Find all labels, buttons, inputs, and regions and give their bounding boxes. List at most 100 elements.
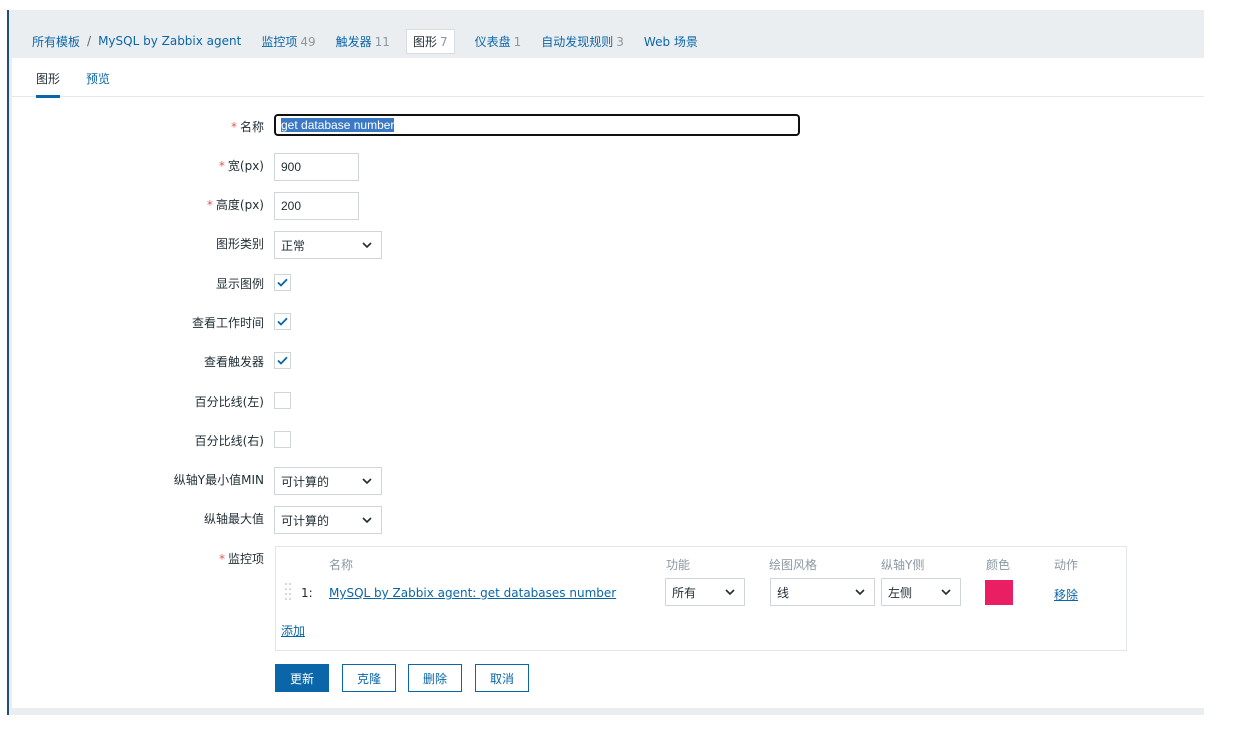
row-graph-type: 图形类别 正常 xyxy=(12,231,1204,259)
chevron-down-icon xyxy=(725,589,735,596)
check-icon xyxy=(277,317,288,326)
tab-web-label: Web 场景 xyxy=(643,34,698,49)
row-show-triggers: 查看触发器 xyxy=(12,349,1204,373)
row-percentile-right: 百分比线(右) xyxy=(12,428,1204,452)
row-width: * 宽(px) xyxy=(12,153,1204,181)
chevron-down-icon xyxy=(362,242,372,249)
width-input[interactable] xyxy=(274,153,359,181)
tab-discovery-rules[interactable]: 自动发现规则 3 xyxy=(541,33,624,50)
breadcrumb-separator: / xyxy=(87,34,92,48)
tab-items[interactable]: 监控项 49 xyxy=(261,33,315,50)
show-work-period-label: 查看工作时间 xyxy=(191,316,264,330)
item-function-select[interactable]: 所有 xyxy=(665,578,745,606)
tab-items-count: 49 xyxy=(300,34,316,49)
items-header-function: 功能 xyxy=(666,558,691,572)
tab-graphs-label: 图形 xyxy=(412,34,437,49)
y-min-select[interactable]: 可计算的 xyxy=(274,467,382,495)
tab-web-scenarios[interactable]: Web 场景 xyxy=(644,33,698,50)
graph-type-select[interactable]: 正常 xyxy=(274,231,382,259)
height-field-wrap xyxy=(274,192,359,220)
items-header-action: 动作 xyxy=(1054,558,1079,572)
cancel-button[interactable]: 取消 xyxy=(475,664,529,692)
tab-discovery-label: 自动发现规则 xyxy=(541,34,614,49)
y-max-value: 可计算的 xyxy=(281,513,330,528)
update-button[interactable]: 更新 xyxy=(275,664,329,692)
width-field-wrap xyxy=(274,153,359,181)
tab-triggers-count: 11 xyxy=(374,34,390,49)
y-min-value: 可计算的 xyxy=(281,474,330,489)
item-y-axis-side-select[interactable]: 左侧 xyxy=(881,578,961,606)
tab-discovery-count: 3 xyxy=(616,34,624,49)
subtab-preview[interactable]: 预览 xyxy=(86,70,110,87)
width-label-text: 宽(px) xyxy=(227,159,264,173)
item-draw-style-value: 线 xyxy=(777,585,790,600)
row-show-legend: 显示图例 xyxy=(12,271,1204,295)
items-header-draw-style: 绘图风格 xyxy=(769,558,818,572)
clone-button[interactable]: 克隆 xyxy=(342,664,396,692)
item-y-axis-side-value: 左侧 xyxy=(888,585,913,600)
show-triggers-checkbox[interactable] xyxy=(274,352,291,369)
row-y-min: 纵轴Y最小值MIN 可计算的 xyxy=(12,467,1204,495)
tab-triggers[interactable]: 触发器 11 xyxy=(336,33,390,50)
required-mark: * xyxy=(218,552,225,566)
row-height: * 高度(px) xyxy=(12,192,1204,220)
form-subtabs: 图形 预览 xyxy=(12,58,1204,98)
item-row-index: 1: xyxy=(301,586,313,600)
breadcrumb-all-templates[interactable]: 所有模板 xyxy=(32,33,80,50)
check-icon xyxy=(277,356,288,365)
required-mark: * xyxy=(218,159,225,173)
tab-dashboards-label: 仪表盘 xyxy=(474,34,511,49)
item-function-value: 所有 xyxy=(672,585,697,600)
y-max-select[interactable]: 可计算的 xyxy=(274,506,382,534)
show-legend-label: 显示图例 xyxy=(215,277,264,291)
tab-graphs[interactable]: 图形 7 xyxy=(405,28,455,54)
chevron-down-icon xyxy=(362,478,372,485)
item-remove-link[interactable]: 移除 xyxy=(1054,586,1078,603)
name-label-text: 名称 xyxy=(239,120,264,134)
drag-handle-icon[interactable] xyxy=(284,581,292,603)
header-bar: 所有模板 / MySQL by Zabbix agent 监控项 49 触发器 11… xyxy=(12,10,1204,58)
subtab-graph[interactable]: 图形 xyxy=(36,70,61,98)
width-label: * 宽(px) xyxy=(219,157,264,174)
height-input[interactable] xyxy=(274,192,359,220)
percentile-right-label: 百分比线(右) xyxy=(194,434,264,448)
item-color-picker[interactable] xyxy=(985,580,1013,605)
percentile-left-checkbox[interactable] xyxy=(274,392,291,409)
check-icon xyxy=(277,278,288,287)
required-mark: * xyxy=(206,198,213,212)
name-label: * 名称 xyxy=(231,118,264,135)
row-show-work-period: 查看工作时间 xyxy=(12,310,1204,334)
y-min-label: 纵轴Y最小值MIN xyxy=(173,473,264,487)
item-row-name-link[interactable]: MySQL by Zabbix agent: get databases num… xyxy=(329,586,616,600)
tab-dashboards-count: 1 xyxy=(513,34,522,49)
height-label-text: 高度(px) xyxy=(215,198,264,212)
chevron-down-icon xyxy=(362,517,372,524)
graph-type-label: 图形类别 xyxy=(215,237,264,251)
item-draw-style-select[interactable]: 线 xyxy=(770,578,875,606)
percentile-left-label: 百分比线(左) xyxy=(194,395,264,409)
tab-triggers-label: 触发器 xyxy=(335,34,372,49)
tab-items-label: 监控项 xyxy=(261,34,298,49)
chevron-down-icon xyxy=(855,589,865,596)
delete-button[interactable]: 删除 xyxy=(408,664,462,692)
required-mark: * xyxy=(230,120,237,134)
items-label-text: 监控项 xyxy=(227,552,264,566)
show-work-period-checkbox[interactable] xyxy=(274,313,291,330)
y-max-label: 纵轴最大值 xyxy=(203,512,264,526)
name-field-wrap xyxy=(273,113,801,137)
row-percentile-left: 百分比线(左) xyxy=(12,389,1204,413)
graph-form-panel: 图形 预览 *名称 *宽(px) *高度(px) 图形类别 正常 显示图例 查看… xyxy=(12,58,1204,708)
show-legend-checkbox[interactable] xyxy=(274,274,291,291)
row-y-max: 纵轴最大值 可计算的 xyxy=(12,506,1204,534)
tab-graphs-count: 7 xyxy=(439,34,448,49)
tab-dashboards[interactable]: 仪表盘 1 xyxy=(475,33,522,50)
items-header-color: 颜色 xyxy=(986,558,1011,572)
items-header-name: 名称 xyxy=(329,558,354,572)
name-input[interactable] xyxy=(273,113,801,137)
add-item-link[interactable]: 添加 xyxy=(281,622,305,639)
breadcrumb: 所有模板 / MySQL by Zabbix agent 监控项 49 触发器 11… xyxy=(32,28,698,54)
breadcrumb-template[interactable]: MySQL by Zabbix agent xyxy=(98,34,241,48)
percentile-right-checkbox[interactable] xyxy=(274,431,291,448)
chevron-down-icon xyxy=(941,589,951,596)
items-label: * 监控项 xyxy=(219,550,264,567)
